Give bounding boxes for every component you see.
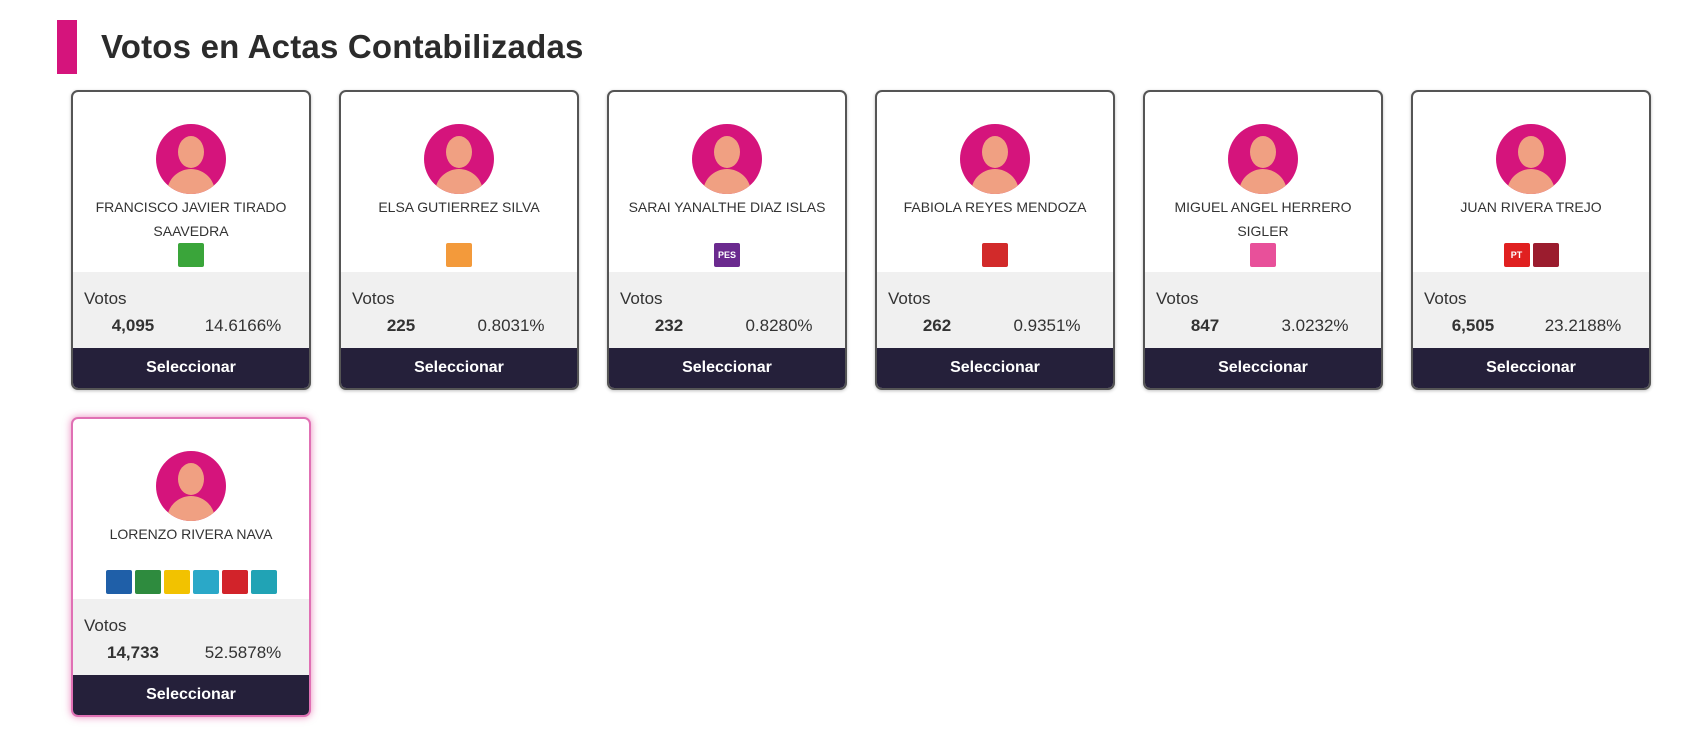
vote-count: 14,733 [107,643,159,662]
vote-percent: 0.8031% [477,316,545,335]
candidate-card: FRANCISCO JAVIER TIRADO SAAVEDRA Votos 4… [71,90,311,390]
pri-logo [134,570,161,594]
candidate-name: JUAN RIVERA TREJO [1460,199,1602,215]
candidate-card: FABIOLA REYES MENDOZA Votos 262 0.9351% … [875,90,1115,390]
rsp-logo [982,243,1008,267]
vote-percent: 3.0232% [1281,316,1349,335]
avatar-icon [1496,124,1566,194]
psi-logo [221,570,248,594]
pt-logo: PT [1503,243,1530,267]
avatar-icon [156,124,226,194]
select-button[interactable]: Seleccionar [1413,348,1649,388]
avatar-icon [424,124,494,194]
header-accent-bar [57,20,77,74]
candidate-name: FRANCISCO JAVIER TIRADO SAAVEDRA [95,199,287,239]
vote-stats: Votos 6,505 23.2188% [1413,272,1649,350]
candidate-card: MIGUEL ANGEL HERRERO SIGLER Votos 847 3.… [1143,90,1383,390]
select-button[interactable]: Seleccionar [1145,348,1381,388]
vote-percent: 0.8280% [745,316,813,335]
vote-stats: Votos 4,095 14.6166% [73,272,309,350]
votes-label: Votos [888,289,931,308]
party-logos [1145,242,1381,268]
votes-label: Votos [84,289,127,308]
candidate-card: LORENZO RIVERA NAVA Votos 14,733 52.5878… [71,417,311,717]
vote-stats: Votos 232 0.8280% [609,272,845,350]
votes-label: Votos [352,289,395,308]
avatar-icon [156,451,226,521]
select-button[interactable]: Seleccionar [73,675,309,715]
vote-percent: 14.6166% [204,316,282,335]
select-button[interactable]: Seleccionar [877,348,1113,388]
party-logos [341,242,577,268]
avatar-icon [1228,124,1298,194]
prd-logo [163,570,190,594]
candidate-card: SARAI YANALTHE DIAZ ISLAS PES Votos 232 … [607,90,847,390]
select-button[interactable]: Seleccionar [73,348,309,388]
vote-percent: 23.2188% [1544,316,1622,335]
compromiso-logo [250,570,277,594]
morena-logo [1532,243,1559,267]
votes-label: Votos [1424,289,1467,308]
fuerza-mexico-logo [1250,243,1276,267]
avatar-icon [692,124,762,194]
vote-count: 4,095 [111,316,155,335]
votes-label: Votos [84,616,127,635]
vote-count: 225 [386,316,416,335]
candidate-name: SARAI YANALTHE DIAZ ISLAS [628,199,826,215]
party-logos: PT [1413,242,1649,268]
vote-stats: Votos 225 0.8031% [341,272,577,350]
candidate-name: MIGUEL ANGEL HERRERO SIGLER [1174,199,1352,239]
party-logos [877,242,1113,268]
select-button[interactable]: Seleccionar [341,348,577,388]
candidate-name: FABIOLA REYES MENDOZA [903,199,1087,215]
votes-label: Votos [620,289,663,308]
party-logos: PES [609,242,845,268]
nueva-alianza-logo [192,570,219,594]
candidate-name: ELSA GUTIERREZ SILVA [378,199,540,215]
candidate-card: JUAN RIVERA TREJO PT Votos 6,505 23.2188… [1411,90,1651,390]
vote-count: 6,505 [1451,316,1495,335]
select-button[interactable]: Seleccionar [609,348,845,388]
party-logos [73,242,309,268]
pvem-logo [178,243,204,267]
vote-count: 847 [1190,316,1220,335]
vote-count: 262 [922,316,952,335]
votes-label: Votos [1156,289,1199,308]
vote-percent: 0.9351% [1013,316,1081,335]
avatar-icon [960,124,1030,194]
page-title: Votos en Actas Contabilizadas [101,28,584,65]
party-logos [73,569,309,595]
vote-stats: Votos 262 0.9351% [877,272,1113,350]
vote-percent: 52.5878% [204,643,282,662]
candidate-grid: FRANCISCO JAVIER TIRADO SAAVEDRA Votos 4… [71,90,1671,717]
candidate-card: ELSA GUTIERREZ SILVA Votos 225 0.8031% S… [339,90,579,390]
pan-logo [105,570,132,594]
vote-count: 232 [654,316,684,335]
candidate-name: LORENZO RIVERA NAVA [109,526,273,542]
pes-logo: PES [714,243,740,267]
vote-stats: Votos 14,733 52.5878% [73,599,309,677]
vote-stats: Votos 847 3.0232% [1145,272,1381,350]
movimiento-ciudadano-logo [446,243,472,267]
section-header: Votos en Actas Contabilizadas [57,20,584,74]
